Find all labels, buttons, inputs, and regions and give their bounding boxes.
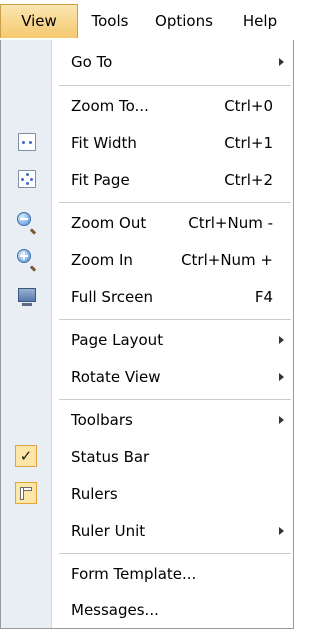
menu-help[interactable]: Help [230,4,290,38]
menu-item-label: Status Bar [71,448,150,466]
submenu-arrow-icon [279,416,284,424]
menu-item-label: Toolbars [71,411,133,429]
menu-item-label: Form Template... [71,565,197,583]
ruler-icon [15,482,37,504]
magnifier-handle [29,265,37,272]
full-screen-icon [18,288,36,302]
menu-item-fit-page[interactable]: Fit Page Ctrl+2 [1,162,293,198]
menu-item-status-bar[interactable]: ✓ Status Bar [1,439,293,475]
submenu-arrow-icon [279,336,284,344]
menu-item-zoom-out[interactable]: Zoom Out Ctrl+Num - [1,205,293,241]
shortcut-text: Ctrl+2 [224,171,273,189]
submenu-arrow-icon [279,58,284,66]
separator [59,202,291,203]
menu-item-full-screen[interactable]: Full Srceen F4 [1,279,293,315]
menu-item-label: Page Layout [71,331,164,349]
menu-item-label: Rotate View [71,368,161,386]
view-dropdown-menu: Go To Zoom To... Ctrl+0 Fit Width Ctrl+1… [0,40,294,629]
menu-item-label: Zoom To... [71,97,149,115]
menu-item-zoom-in[interactable]: Zoom In Ctrl+Num + [1,242,293,278]
shortcut-text: Ctrl+1 [224,134,273,152]
zoom-out-icon [17,212,31,226]
menu-item-go-to[interactable]: Go To [1,44,293,80]
zoom-in-icon [17,249,31,263]
fit-page-icon [18,170,36,188]
menu-item-rulers[interactable]: Rulers [1,476,293,512]
menu-item-ruler-unit[interactable]: Ruler Unit [1,513,293,549]
submenu-arrow-icon [279,373,284,381]
submenu-arrow-icon [279,527,284,535]
menu-item-fit-width[interactable]: Fit Width Ctrl+1 [1,125,293,161]
menu-item-label: Full Srceen [71,288,153,306]
menu-tools[interactable]: Tools [80,4,140,38]
menu-bar: View Tools Options Help [0,0,295,40]
separator [59,319,291,320]
shortcut-text: Ctrl+0 [224,97,273,115]
menu-item-form-template[interactable]: Form Template... [1,556,293,592]
checkmark-icon: ✓ [15,445,37,467]
menu-item-label: Go To [71,53,113,71]
separator [59,553,291,554]
menu-item-zoom-to[interactable]: Zoom To... Ctrl+0 [1,88,293,124]
monitor-stand [22,303,32,306]
menu-item-toolbars[interactable]: Toolbars [1,402,293,438]
menu-item-page-layout[interactable]: Page Layout [1,322,293,358]
separator [59,399,291,400]
shortcut-text: Ctrl+Num + [181,251,273,269]
menu-item-label: Zoom In [71,251,133,269]
magnifier-handle [29,228,37,235]
separator [59,85,291,86]
menu-view[interactable]: View [0,4,78,38]
menu-item-label: Rulers [71,485,118,503]
menu-item-label: Messages... [71,601,159,619]
menu-item-messages[interactable]: Messages... [1,592,293,628]
menu-item-rotate-view[interactable]: Rotate View [1,359,293,395]
menu-item-label: Fit Page [71,171,130,189]
menu-item-label: Zoom Out [71,214,147,232]
fit-width-icon [18,133,36,151]
menu-item-label: Ruler Unit [71,522,146,540]
menu-options[interactable]: Options [143,4,225,38]
shortcut-text: F4 [254,288,273,306]
shortcut-text: Ctrl+Num - [188,214,273,232]
menu-item-label: Fit Width [71,134,137,152]
